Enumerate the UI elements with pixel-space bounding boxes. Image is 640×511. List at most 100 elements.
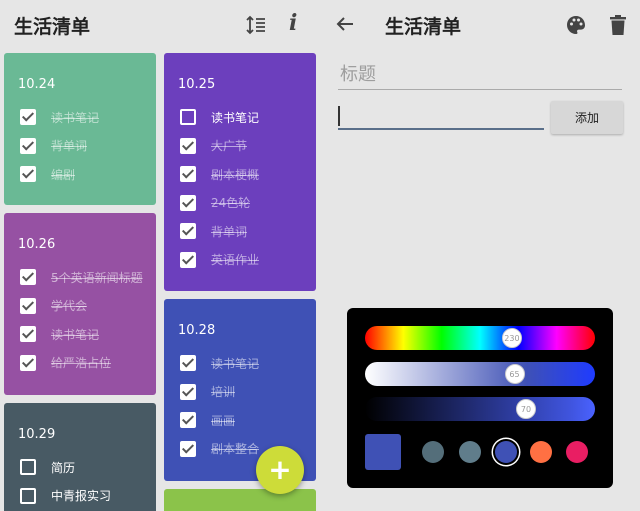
list-item-text: 简历 (51, 460, 76, 475)
note-detail-pane: 生活清单 添加 230 65 70 (323, 0, 640, 511)
checkbox-checked[interactable] (180, 440, 196, 457)
checkbox-checked[interactable] (180, 383, 196, 400)
swatch-blue-grey[interactable] (459, 441, 481, 463)
list-item-text: 24色轮 (211, 196, 251, 211)
checkbox-checked[interactable] (180, 251, 196, 268)
list-item-text: 培训 (211, 385, 236, 400)
list-item[interactable]: 5个英语新闻标题 (20, 263, 143, 292)
list-item-text: 背单词 (211, 224, 248, 239)
list-toolbar: 生活清单 i (0, 0, 323, 50)
list-item-text: 读书笔记 (211, 110, 260, 125)
saturation-slider-thumb[interactable]: 65 (504, 364, 525, 384)
list-item[interactable]: 简历 (20, 453, 111, 482)
color-preview (365, 434, 401, 470)
list-item-text: 背单词 (51, 139, 88, 154)
list-item-text: 大广节 (211, 139, 248, 154)
swatch-indigo[interactable] (495, 441, 517, 463)
arrow-left-icon[interactable] (335, 14, 355, 34)
list-item-text: 剧本梗概 (211, 167, 260, 182)
note-card-1029[interactable]: 10.29 简历中青报实习 (4, 403, 156, 511)
list-item[interactable]: 画画 (180, 406, 259, 435)
color-picker: 230 65 70 (347, 308, 613, 488)
list-item-text: 中青报实习 (51, 489, 112, 504)
checkbox-checked[interactable] (180, 412, 196, 429)
checkbox-unchecked[interactable] (20, 487, 36, 504)
list-item-text: 英语作业 (211, 253, 260, 268)
list-item-text: 剧本整合 (211, 442, 260, 457)
checkbox-unchecked[interactable] (20, 459, 36, 476)
card-items: 读书笔记 背单词 编剧 (20, 103, 99, 189)
swatch-orange[interactable] (530, 441, 552, 463)
card-date: 10.26 (18, 237, 56, 252)
sort-icon[interactable] (245, 14, 267, 36)
list-item[interactable]: 中青报实习 (20, 482, 111, 511)
palette-icon[interactable] (565, 14, 587, 36)
hue-slider[interactable]: 230 (365, 326, 595, 350)
list-item-text: 读书笔记 (211, 356, 260, 371)
swatch-blue-grey-dark[interactable] (422, 441, 444, 463)
checkbox-checked[interactable] (180, 166, 196, 183)
list-item[interactable]: 背单词 (20, 132, 99, 161)
list-item[interactable]: 剧本整合 (180, 435, 259, 464)
checkbox-checked[interactable] (20, 269, 36, 286)
list-item-text: 读书笔记 (51, 327, 100, 342)
list-item[interactable]: 培训 (180, 378, 259, 407)
list-item[interactable]: 读书笔记 (180, 103, 259, 132)
hue-slider-thumb[interactable]: 230 (501, 328, 522, 348)
list-item-text: 编剧 (51, 167, 76, 182)
note-card-1026[interactable]: 10.26 5个英语新闻标题 学代会读书笔记给严浩占位 (4, 213, 156, 395)
checkbox-checked[interactable] (180, 194, 196, 211)
checkbox-checked[interactable] (180, 355, 196, 372)
list-item[interactable]: 读书笔记 (20, 320, 143, 349)
value-slider-thumb[interactable]: 70 (516, 399, 536, 419)
note-card-1025[interactable]: 10.25 读书笔记大广节剧本梗概 24色轮背单词英语作业 (164, 53, 316, 291)
checkbox-checked[interactable] (20, 166, 36, 183)
list-item[interactable]: 学代会 (20, 292, 143, 321)
list-item[interactable]: 英语作业 (180, 246, 259, 275)
card-date: 10.25 (178, 77, 216, 92)
saturation-slider[interactable]: 65 (365, 362, 595, 386)
list-item[interactable]: 读书笔记 (180, 349, 259, 378)
checkbox-checked[interactable] (20, 137, 36, 154)
list-item-text: 学代会 (51, 299, 88, 314)
card-items: 5个英语新闻标题 学代会读书笔记给严浩占位 (20, 263, 143, 377)
notes-list-pane: 生活清单 i 10.24 读书笔记 背单词 编剧 10.26 5个英语新闻标题 学代会… (0, 0, 323, 511)
list-item[interactable]: 背单词 (180, 217, 259, 246)
card-items: 读书笔记培训画画剧本整合 (180, 349, 259, 463)
card-items: 简历 中青报实习 (20, 453, 111, 510)
card-date: 10.29 (18, 427, 56, 442)
checkbox-checked[interactable] (20, 354, 36, 371)
card-date: 10.24 (18, 77, 56, 92)
checkbox-checked[interactable] (20, 109, 36, 126)
card-date: 10.28 (178, 323, 216, 338)
text-cursor (338, 106, 340, 126)
card-items: 读书笔记大广节剧本梗概 24色轮背单词英语作业 (180, 103, 259, 274)
list-item-text: 读书笔记 (51, 110, 100, 125)
trash-icon[interactable] (609, 14, 627, 36)
list-item[interactable]: 大广节 (180, 132, 259, 161)
list-item-text: 5个英语新闻标题 (51, 270, 143, 285)
list-item[interactable]: 编剧 (20, 160, 99, 189)
item-input[interactable] (338, 104, 544, 130)
checkbox-checked[interactable] (20, 297, 36, 314)
title-input[interactable] (338, 60, 622, 90)
checkbox-checked[interactable] (20, 326, 36, 343)
add-note-button[interactable]: + (256, 446, 304, 494)
list-item[interactable]: 24色轮 (180, 189, 259, 218)
list-item-text: 画画 (211, 413, 236, 428)
swatch-pink[interactable] (566, 441, 588, 463)
checkbox-unchecked[interactable] (180, 109, 196, 126)
app-title: 生活清单 (14, 16, 91, 38)
list-item[interactable]: 剧本梗概 (180, 160, 259, 189)
checkbox-checked[interactable] (180, 223, 196, 240)
checkbox-checked[interactable] (180, 137, 196, 154)
note-card-partial[interactable] (164, 489, 316, 511)
info-icon[interactable]: i (289, 10, 297, 36)
detail-title: 生活清单 (385, 16, 462, 38)
add-item-button[interactable]: 添加 (551, 101, 623, 134)
note-card-1024[interactable]: 10.24 读书笔记背单词编剧 (4, 53, 156, 205)
list-item[interactable]: 读书笔记 (20, 103, 99, 132)
list-item-text: 给严浩占位 (51, 356, 112, 371)
value-slider[interactable]: 70 (365, 397, 595, 421)
list-item[interactable]: 给严浩占位 (20, 349, 143, 378)
